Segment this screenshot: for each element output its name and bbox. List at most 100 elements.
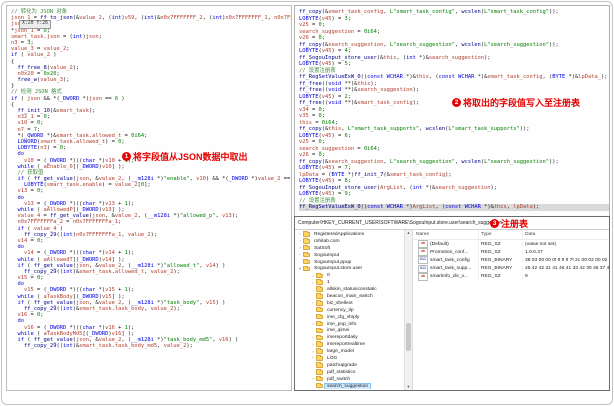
string-value-icon: ab xyxy=(418,272,428,281)
registry-value-row[interactable]: ab (Default) REG_SZ (value not set) xyxy=(413,240,609,249)
value-type: REG_BINARY xyxy=(479,266,523,272)
column-header-name[interactable]: Name xyxy=(413,230,479,239)
tree-item-pdf_statistics[interactable]: pdf_statistics xyxy=(295,369,404,376)
tree-item-SatSoft[interactable]: › SatSoft xyxy=(295,245,404,252)
value-name: (Default) xyxy=(430,241,449,247)
annotation-write-registry: 2 将取出的字段值写入至注册表 xyxy=(452,96,580,109)
value-data: 1.0.0.37 xyxy=(525,249,543,255)
value-name: smart_task_supp... xyxy=(430,266,472,272)
coordinates-tooltip: X:20 Y:26 xyxy=(19,20,51,29)
tree-item-patchupgrade[interactable]: patchupgrade xyxy=(295,362,404,369)
scroll-down-icon[interactable]: ▼ xyxy=(405,384,412,390)
tree-item-label[interactable]: allskin_statusiconstatic xyxy=(325,287,379,292)
tree-item-label[interactable]: 0 xyxy=(325,273,332,278)
tree-item-label[interactable]: pdf_statistics xyxy=(325,370,357,375)
tree-item-label[interactable]: imereportdaily xyxy=(325,335,360,340)
tree-item-large_model[interactable]: › large_model xyxy=(295,348,404,355)
folder-icon xyxy=(316,313,323,320)
tree-item-label[interactable]: pdf_switch xyxy=(325,377,352,382)
registry-list: Name Type Data ab (Default) REG_SZ (value n… xyxy=(413,230,609,390)
folder-icon xyxy=(316,293,323,299)
tree-item-label[interactable]: SatSoft xyxy=(312,246,332,251)
tree-item-label[interactable]: large_model xyxy=(325,349,356,354)
code-line: ff_RegSetValueExW_0((const WCHAR *)ArgLi… xyxy=(299,204,609,211)
value-name: smart_task_config xyxy=(430,257,470,263)
tree-item-ime_pop_info[interactable]: › ime_pop_info xyxy=(295,320,404,328)
string-value-icon: ab xyxy=(418,240,428,249)
string-value-icon: ab xyxy=(418,248,428,257)
registry-address-bar[interactable]: Computer\HKEY_CURRENT_USER\SOFTWARE\Sogo… xyxy=(295,217,609,230)
tree-item-label[interactable]: imereportrealtime xyxy=(325,342,367,347)
tree-item-1[interactable]: › 1 xyxy=(295,279,404,286)
scrollbar-thumb[interactable] xyxy=(406,322,411,351)
folder-icon xyxy=(316,355,323,361)
tree-item-label[interactable]: currency_tip xyxy=(325,308,356,313)
column-header-data[interactable]: Data xyxy=(523,230,609,239)
annotation-1-text: 将字段值从JSON数据中取出 xyxy=(133,152,248,162)
registry-value-row[interactable]: ab Promotion_conf... REG_SZ 1.0.0.37 xyxy=(413,248,609,257)
tree-item-ime_cfg_shiply[interactable]: ime_cfg_shiply xyxy=(295,313,404,321)
column-header-type[interactable]: Type xyxy=(479,230,523,239)
folder-icon xyxy=(316,272,323,279)
tree-item-ime_qimei[interactable]: ime_qimei xyxy=(295,327,404,334)
tree-item-rohitab.com[interactable]: › rohitab.com xyxy=(295,238,404,245)
tree-item-label[interactable]: ime_qimei xyxy=(325,328,351,333)
folder-icon xyxy=(316,375,323,382)
tree-item-label[interactable]: rohitab.com xyxy=(312,239,342,244)
tree-item-LOG[interactable]: › LOG xyxy=(295,355,404,362)
tree-item-label[interactable]: ime_pop_info xyxy=(325,322,358,327)
tree-item-SogouInput[interactable]: › SogouInput xyxy=(295,251,404,259)
value-data: 45 42 42 31 41 46 41 33 42 30 36 37 44 4… xyxy=(525,266,609,272)
registry-window: Computer\HKEY_CURRENT_USER\SOFTWARE\Sogo… xyxy=(294,216,610,391)
tree-item-SogouInput.ppup[interactable]: SogouInput.ppup xyxy=(295,258,404,266)
annotation-extract-json: 1 将字段值从JSON数据中取出 xyxy=(122,150,248,163)
tree-item-label[interactable]: search_suggestion xyxy=(323,382,372,390)
folder-icon xyxy=(303,238,310,244)
tree-item-0[interactable]: › 0 xyxy=(295,272,404,279)
registry-tree-items: › RegisteredApplications › rohitab.com › SatS… xyxy=(295,231,412,390)
annotation-registry: 3 注册表 xyxy=(490,217,528,230)
tree-item-label[interactable]: LOG xyxy=(325,356,339,361)
value-name: smartinfo_dic_v... xyxy=(430,274,468,280)
tree-item-label[interactable]: SogouInput.store.user xyxy=(312,266,364,271)
folder-icon xyxy=(316,348,323,354)
annotation-2-badge: 2 xyxy=(452,98,461,107)
folder-icon xyxy=(316,279,323,285)
folder-icon xyxy=(316,369,323,375)
tree-item-search_suggestion[interactable]: search_suggestion xyxy=(295,382,404,390)
tree-item-imereportdaily[interactable]: › imereportdaily xyxy=(295,334,404,341)
value-data: 9 xyxy=(525,274,528,280)
tree-item-label[interactable]: patchupgrade xyxy=(325,363,359,368)
registry-body: › RegisteredApplications › rohitab.com › SatS… xyxy=(295,230,609,390)
registry-value-row[interactable]: ab smartinfo_dic_v... REG_SZ 9 xyxy=(413,272,609,281)
tree-scrollbar[interactable]: ▲ ▼ xyxy=(404,230,412,390)
code-line: ff_RegSetValueExW_0((const WCHAR *)&this… xyxy=(299,74,608,80)
tree-item-biz_shellext[interactable]: › biz_shellext xyxy=(295,300,404,307)
folder-icon xyxy=(316,327,323,334)
tree-item-label[interactable]: RegisteredApplications xyxy=(312,232,366,237)
value-type: REG_SZ xyxy=(479,249,523,255)
value-type: REG_SZ xyxy=(479,241,523,247)
tree-item-currency_tip[interactable]: currency_tip xyxy=(295,307,404,314)
tree-item-SogouInput.store.user[interactable]: ∨ SogouInput.store.user xyxy=(295,265,404,272)
folder-icon xyxy=(303,258,310,265)
tree-item-label[interactable]: ime_cfg_shiply xyxy=(325,315,361,320)
folder-icon xyxy=(316,341,323,347)
annotation-2-text: 将取出的字段值写入至注册表 xyxy=(463,98,581,108)
tree-item-beacon_main_switch[interactable]: beacon_main_switch xyxy=(295,293,404,300)
tree-item-label[interactable]: beacon_main_switch xyxy=(325,294,375,299)
tree-item-imereportrealtime[interactable]: › imereportrealtime xyxy=(295,341,404,348)
binary-value-icon: 011 xyxy=(418,264,428,273)
registry-value-row[interactable]: 011 smart_task_supp... REG_BINARY 45 42 42 … xyxy=(413,264,609,273)
value-type: REG_BINARY xyxy=(479,257,523,263)
tree-item-RegisteredApplications[interactable]: › RegisteredApplications xyxy=(295,231,404,238)
tree-item-pdf_switch[interactable]: › pdf_switch xyxy=(295,375,404,383)
tree-item-label[interactable]: biz_shellext xyxy=(325,301,355,306)
annotation-1-badge: 1 xyxy=(122,152,131,161)
tree-item-allskin_statusiconstatic[interactable]: allskin_statusiconstatic xyxy=(295,286,404,293)
tree-item-label[interactable]: 1 xyxy=(325,280,332,285)
tree-item-label[interactable]: SogouInput xyxy=(312,253,341,258)
scroll-up-icon[interactable]: ▲ xyxy=(405,230,412,236)
tree-item-label[interactable]: SogouInput.ppup xyxy=(312,260,353,265)
registry-value-row[interactable]: 011 smart_task_config REG_BINARY 38 03 00 0… xyxy=(413,256,609,265)
